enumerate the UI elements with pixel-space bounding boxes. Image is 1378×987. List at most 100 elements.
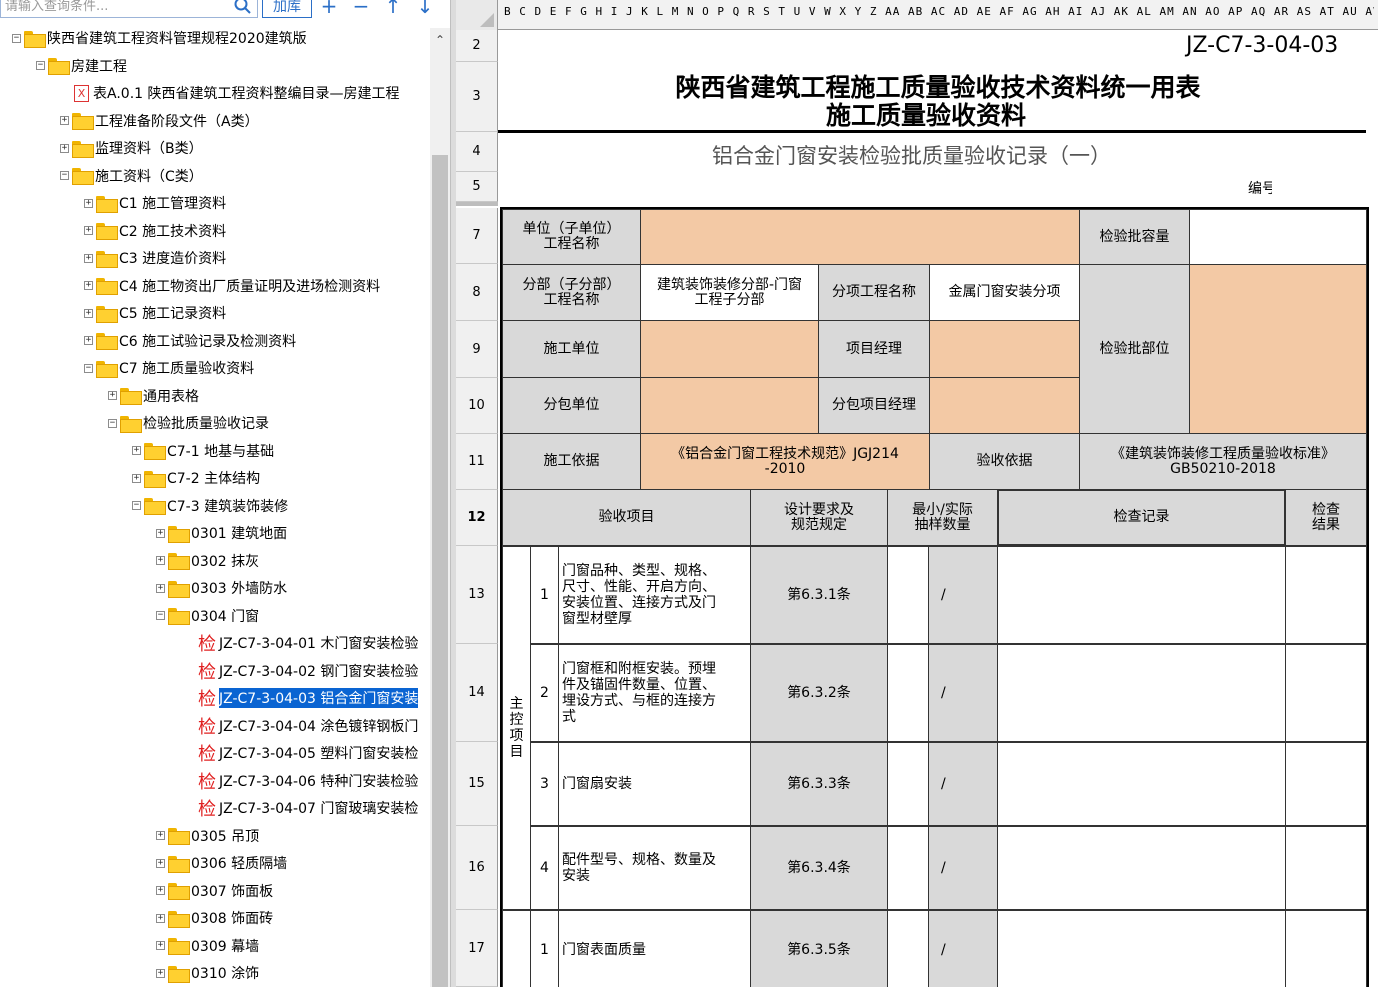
tree-node[interactable]: + C7-2 主体结构 (132, 466, 260, 490)
collapse-icon[interactable]: − (108, 418, 117, 428)
row-header[interactable]: 12 (456, 490, 498, 546)
clause-ref[interactable]: 第6.3.3条 (750, 742, 888, 826)
sub-pm-label[interactable]: 分包项目经理 (818, 377, 930, 434)
row-header[interactable]: 10 (456, 378, 498, 434)
expand-icon[interactable]: + (60, 143, 69, 153)
tree-node[interactable]: + C7-1 地基与基础 (132, 439, 274, 463)
tree-node[interactable]: +0303 外墙防水 (156, 576, 287, 600)
tree-node[interactable]: 检 JZ-C7-3-04-04 涂色镀锌钢板门 (184, 714, 418, 738)
expand-icon[interactable]: + (108, 391, 117, 400)
sample-actual-field[interactable]: / (928, 546, 998, 644)
expand-icon[interactable]: + (84, 253, 93, 263)
item-text[interactable]: 门窗品种、类型、规格、 尺寸、性能、开启方向、 安装位置、连接方式及门 窗型材壁… (558, 546, 751, 644)
basis-value[interactable]: 《铝合金门窗工程技术规范》JGJ214 -2010 (640, 433, 930, 490)
expand-icon[interactable]: + (156, 968, 165, 978)
subitem-value[interactable]: 金属门窗安装分项 (929, 264, 1080, 321)
clause-ref[interactable]: 第6.3.4条 (750, 826, 888, 910)
item-number[interactable]: 1 (530, 546, 559, 644)
tree-node[interactable]: +0305 吊顶 (156, 824, 259, 848)
subcontractor-label[interactable]: 分包单位 (502, 377, 641, 434)
tree-node[interactable]: + C1 施工管理资料 (84, 191, 226, 215)
sample-min-field[interactable] (887, 826, 929, 910)
unit-label[interactable]: 单位（子单位） 工程名称 (502, 209, 641, 265)
capacity-label[interactable]: 检验批容量 (1079, 209, 1190, 265)
tree-node[interactable]: + 工程准备阶段文件（A类） (60, 109, 259, 133)
expand-icon[interactable]: + (156, 886, 165, 895)
sample-min-field[interactable] (887, 546, 929, 644)
item-number[interactable]: 2 (530, 644, 559, 742)
row-header[interactable]: 14 (456, 644, 498, 742)
tree-node[interactable]: +0301 建筑地面 (156, 521, 287, 545)
tree-node[interactable]: − 0304 门窗 (156, 604, 259, 628)
result-field[interactable] (1285, 826, 1367, 910)
location-label[interactable]: 检验批部位 (1079, 264, 1190, 434)
tree-node[interactable]: 检 JZ-C7-3-04-05 塑料门窗安装检 (184, 741, 418, 765)
sample-actual-field[interactable]: / (928, 644, 998, 742)
collapse-icon[interactable]: − (84, 363, 93, 373)
expand-icon[interactable]: + (156, 556, 165, 565)
record-field[interactable] (997, 644, 1286, 742)
item-number[interactable]: 3 (530, 742, 559, 826)
tree-node[interactable]: + 监理资料（B类） (60, 136, 203, 160)
tree-node[interactable]: 检 JZ-C7-3-04-01 木门窗安装检验 (184, 631, 418, 655)
tree-node[interactable]: +0310 涂饰 (156, 961, 259, 985)
collapse-icon[interactable]: − (132, 501, 141, 510)
expand-icon[interactable]: + (84, 198, 93, 208)
main-control-label[interactable]: 主 控 项 目 (502, 546, 531, 910)
sample-actual-field[interactable]: / (928, 910, 998, 987)
record-field[interactable] (997, 826, 1286, 910)
header-sample[interactable]: 最小/实际 抽样数量 (887, 489, 998, 546)
search-input[interactable] (0, 0, 258, 18)
sample-actual-field[interactable]: / (928, 742, 998, 826)
subcontractor-field[interactable] (640, 377, 819, 434)
tree-node[interactable]: X 表A.0.1 陕西省建筑工程资料整编目录—房建工程 (60, 81, 400, 105)
tree-node[interactable]: 检 JZ-C7-3-04-06 特种门安装检验 (184, 769, 418, 793)
expand-icon[interactable]: + (84, 226, 93, 235)
collapse-icon[interactable]: − (60, 171, 69, 180)
tree-node[interactable]: +0307 饰面板 (156, 879, 273, 903)
item-text[interactable]: 门窗表面质量 (558, 910, 751, 987)
sample-min-field[interactable] (887, 644, 929, 742)
tree-node[interactable]: 检 JZ-C7-3-04-07 门窗玻璃安装检 (184, 796, 418, 820)
search-icon[interactable] (228, 0, 258, 18)
unit-name-field[interactable] (640, 209, 1080, 265)
record-field[interactable] (997, 742, 1286, 826)
row-header[interactable]: 7 (456, 208, 498, 264)
row-header[interactable]: 3 (456, 62, 498, 132)
row-header[interactable]: 2 (456, 30, 498, 62)
expand-icon[interactable]: + (156, 528, 165, 538)
row-header[interactable]: 11 (456, 434, 498, 490)
item-number[interactable]: 4 (530, 826, 559, 910)
collapse-icon[interactable]: − (12, 33, 21, 43)
constructor-label[interactable]: 施工单位 (502, 320, 641, 378)
tree-node[interactable]: − 房建工程 (36, 54, 127, 78)
expand-icon[interactable]: + (132, 473, 141, 483)
header-item[interactable]: 验收项目 (502, 489, 751, 546)
general-item-label[interactable] (502, 910, 531, 987)
tree-node[interactable]: + 通用表格 (108, 384, 199, 408)
item-text[interactable]: 门窗框和附框安装。预埋 件及锚固件数量、位置、 埋设方式、与框的连接方 式 (558, 644, 751, 742)
collapse-icon[interactable]: − (36, 61, 45, 70)
tree-node[interactable]: + C4 施工物资出厂质量证明及进场检测资料 (84, 274, 380, 298)
result-field[interactable] (1285, 910, 1367, 987)
expand-icon[interactable]: + (156, 858, 165, 868)
row-header[interactable]: 4 (456, 132, 498, 172)
tree-scrollbar-thumb[interactable] (432, 155, 448, 987)
move-down-icon[interactable]: ↓ (414, 0, 436, 18)
tree-node[interactable]: + C6 施工试验记录及检测资料 (84, 329, 296, 353)
tree-node[interactable]: + C3 进度造价资料 (84, 246, 226, 270)
capacity-field[interactable] (1189, 209, 1367, 265)
pm-field[interactable] (929, 320, 1080, 378)
add-library-button[interactable]: 加库 (262, 0, 312, 18)
tree-node[interactable]: 检 JZ-C7-3-04-02 钢门窗安装检验 (184, 659, 418, 683)
header-design[interactable]: 设计要求及 规范规定 (750, 489, 888, 546)
move-up-icon[interactable]: ↑ (382, 0, 404, 18)
remove-icon[interactable]: − (350, 0, 372, 18)
expand-icon[interactable]: + (60, 116, 69, 125)
sample-min-field[interactable] (887, 742, 929, 826)
row-header[interactable]: 8 (456, 264, 498, 321)
result-field[interactable] (1285, 546, 1367, 644)
clause-ref[interactable]: 第6.3.5条 (750, 910, 888, 987)
location-field[interactable] (1189, 264, 1367, 434)
sample-min-field[interactable] (887, 910, 929, 987)
